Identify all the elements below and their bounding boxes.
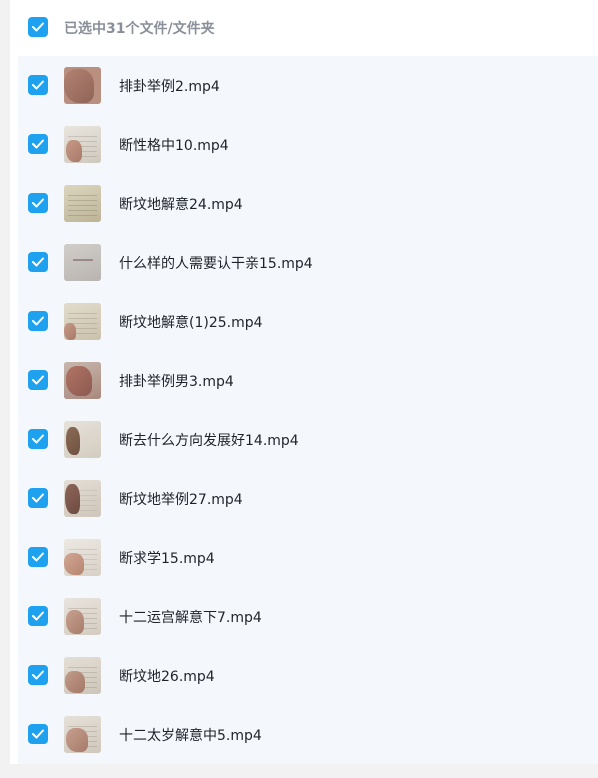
file-checkbox[interactable] (28, 724, 48, 744)
file-checkbox[interactable] (28, 488, 48, 508)
file-checkbox[interactable] (28, 665, 48, 685)
file-checkbox[interactable] (28, 370, 48, 390)
file-name[interactable]: 什么样的人需要认干亲15.mp4 (119, 253, 313, 273)
checkmark-icon (32, 22, 44, 32)
file-name[interactable]: 排卦举例2.mp4 (119, 76, 220, 96)
file-row[interactable]: 断去什么方向发展好14.mp4 (18, 410, 598, 469)
checkmark-icon (32, 611, 44, 621)
video-thumbnail[interactable] (64, 716, 101, 753)
file-row[interactable]: 断坟地解意24.mp4 (18, 174, 598, 233)
file-checkbox[interactable] (28, 311, 48, 331)
file-checkbox[interactable] (28, 134, 48, 154)
video-thumbnail[interactable] (64, 421, 101, 458)
video-thumbnail[interactable] (64, 539, 101, 576)
checkmark-icon (32, 375, 44, 385)
file-name[interactable]: 十二运宫解意下7.mp4 (119, 607, 262, 627)
checkmark-icon (32, 80, 44, 90)
video-thumbnail[interactable] (64, 480, 101, 517)
file-row[interactable]: 十二运宫解意下7.mp4 (18, 587, 598, 646)
select-all-checkbox[interactable] (28, 17, 48, 37)
file-row[interactable]: 排卦举例2.mp4 (18, 56, 598, 115)
checkmark-icon (32, 552, 44, 562)
file-selection-panel: 已选中31个文件/文件夹 排卦举例2.mp4 断性格中10.mp4 断坟地解意2… (10, 0, 598, 764)
video-thumbnail[interactable] (64, 657, 101, 694)
video-thumbnail[interactable] (64, 362, 101, 399)
file-row[interactable]: 断坟地举例27.mp4 (18, 469, 598, 528)
video-thumbnail[interactable] (64, 67, 101, 104)
file-name[interactable]: 断坟地解意(1)25.mp4 (119, 312, 263, 332)
video-thumbnail[interactable] (64, 303, 101, 340)
file-checkbox[interactable] (28, 606, 48, 626)
file-checkbox[interactable] (28, 547, 48, 567)
checkmark-icon (32, 729, 44, 739)
file-name[interactable]: 断坟地举例27.mp4 (119, 489, 243, 509)
checkmark-icon (32, 198, 44, 208)
file-row[interactable]: 排卦举例男3.mp4 (18, 351, 598, 410)
file-checkbox[interactable] (28, 252, 48, 272)
video-thumbnail[interactable] (64, 185, 101, 222)
file-name[interactable]: 断坟地解意24.mp4 (119, 194, 243, 214)
file-name[interactable]: 断求学15.mp4 (119, 548, 215, 568)
checkmark-icon (32, 257, 44, 267)
checkmark-icon (32, 493, 44, 503)
selection-count-text: 已选中31个文件/文件夹 (64, 21, 215, 37)
checkmark-icon (32, 434, 44, 444)
video-thumbnail[interactable] (64, 598, 101, 635)
file-checkbox[interactable] (28, 429, 48, 449)
file-row[interactable]: 什么样的人需要认干亲15.mp4 (18, 233, 598, 292)
file-name[interactable]: 断去什么方向发展好14.mp4 (119, 430, 299, 450)
file-checkbox[interactable] (28, 75, 48, 95)
file-list: 排卦举例2.mp4 断性格中10.mp4 断坟地解意24.mp4 什么样的人需要… (18, 56, 598, 764)
checkmark-icon (32, 316, 44, 326)
file-name[interactable]: 断坟地26.mp4 (119, 666, 215, 686)
file-row[interactable]: 断坟地解意(1)25.mp4 (18, 292, 598, 351)
selection-header: 已选中31个文件/文件夹 (10, 0, 598, 56)
file-name[interactable]: 断性格中10.mp4 (119, 135, 229, 155)
file-row[interactable]: 断性格中10.mp4 (18, 115, 598, 174)
file-row[interactable]: 十二太岁解意中5.mp4 (18, 705, 598, 764)
file-row[interactable]: 断坟地26.mp4 (18, 646, 598, 705)
file-checkbox[interactable] (28, 193, 48, 213)
file-name[interactable]: 排卦举例男3.mp4 (119, 371, 234, 391)
checkmark-icon (32, 139, 44, 149)
video-thumbnail[interactable] (64, 244, 101, 281)
checkmark-icon (32, 670, 44, 680)
file-row[interactable]: 断求学15.mp4 (18, 528, 598, 587)
video-thumbnail[interactable] (64, 126, 101, 163)
file-name[interactable]: 十二太岁解意中5.mp4 (119, 725, 262, 745)
